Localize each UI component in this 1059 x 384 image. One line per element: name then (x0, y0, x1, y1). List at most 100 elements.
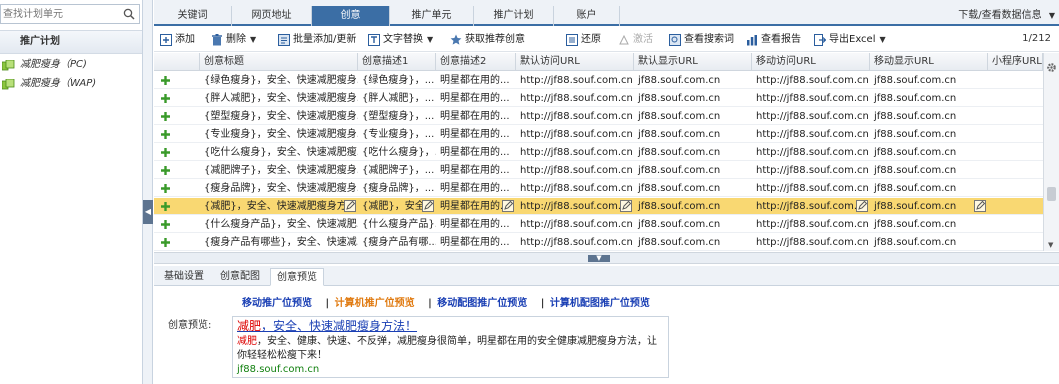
table-cell[interactable]: {绿色瘦身}，安全、快速减肥瘦身... (200, 72, 358, 89)
table-row[interactable]: {专业瘦身}，安全、快速减肥瘦身... {专业瘦身}，... 明星都在用的... ht… (154, 126, 1043, 143)
expand-plus-icon[interactable] (160, 183, 171, 194)
table-cell[interactable]: jf88.souf.com.cn (634, 162, 752, 179)
table-cell[interactable]: http://jf88.souf.com.cn (516, 72, 634, 89)
preview-title[interactable]: 减肥，安全、快速减肥瘦身方法！ (237, 319, 664, 334)
edit-icon[interactable] (856, 200, 868, 212)
table-cell[interactable]: 明星都在用的... (436, 144, 516, 161)
table-cell[interactable]: jf88.souf.com.cn (870, 90, 988, 107)
table-cell[interactable]: http://jf88.souf.com.cn (752, 108, 870, 125)
table-cell[interactable]: http://jf88.souf.com.cn (516, 198, 634, 215)
table-cell[interactable] (988, 162, 1043, 179)
table-cell[interactable]: jf88.souf.com.cn (634, 216, 752, 233)
tab-creative-preview[interactable]: 创意预览 (270, 268, 324, 286)
table-cell[interactable]: jf88.souf.com.cn (634, 72, 752, 89)
table-cell[interactable]: {胖人减肥}，安全、快速减肥瘦身... (200, 90, 358, 107)
edit-icon[interactable] (620, 200, 632, 212)
table-cell[interactable]: jf88.souf.com.cn (870, 144, 988, 161)
table-row[interactable]: {瘦身品牌}，安全、快速减肥瘦身... {瘦身品牌}，... 明星都在用的... ht… (154, 180, 1043, 197)
table-cell[interactable]: jf88.souf.com.cn (870, 198, 974, 215)
panel-splitter[interactable]: ▼ (154, 252, 1059, 264)
table-cell[interactable]: http://jf88.souf.com.cn (752, 180, 870, 197)
activate-button[interactable]: 激活 (618, 32, 653, 48)
grid-header[interactable]: 移动访问URL (752, 53, 870, 71)
table-cell[interactable]: jf88.souf.com.cn (634, 234, 752, 251)
mobile-preview-link[interactable]: 移动推广位预览 (242, 298, 312, 309)
pc-image-preview-link[interactable]: 计算机配图推广位预览 (550, 298, 650, 309)
expand-plus-icon[interactable] (160, 75, 171, 86)
table-cell[interactable]: jf88.souf.com.cn (634, 180, 752, 197)
chevron-down-icon[interactable]: ▼ (250, 32, 256, 48)
fetch-recommend-button[interactable]: 获取推荐创意 (450, 32, 525, 48)
table-cell[interactable]: 明星都在用的... (436, 198, 502, 215)
table-cell[interactable]: 明星都在用的... (436, 180, 516, 197)
gear-icon[interactable] (1046, 62, 1057, 73)
table-cell[interactable]: jf88.souf.com.cn (870, 72, 988, 89)
table-cell[interactable]: {瘦身产品有哪... (358, 234, 436, 251)
edit-icon[interactable] (344, 200, 356, 212)
table-cell[interactable]: {专业瘦身}，安全、快速减肥瘦身... (200, 126, 358, 143)
table-cell[interactable]: http://jf88.souf.com.cn (752, 162, 870, 179)
table-cell[interactable] (988, 126, 1043, 143)
table-cell[interactable] (988, 216, 1043, 233)
collapse-left-icon[interactable]: ◀ (143, 200, 153, 224)
table-cell[interactable]: 明星都在用的... (436, 90, 516, 107)
edit-icon[interactable] (502, 200, 514, 212)
table-cell[interactable]: jf88.souf.com.cn (870, 216, 988, 233)
table-cell[interactable] (988, 144, 1043, 161)
restore-button[interactable]: 还原 (566, 32, 601, 48)
table-cell[interactable]: http://jf88.souf.com.cn (516, 216, 634, 233)
table-cell[interactable]: 明星都在用的... (436, 216, 516, 233)
table-cell[interactable]: 明星都在用的... (436, 234, 516, 251)
table-cell[interactable]: http://jf88.souf.com.cn (752, 144, 870, 161)
search-icon[interactable] (123, 8, 135, 20)
tab-campaign[interactable]: 推广计划 (474, 6, 554, 26)
tab-creative[interactable]: 创意 (312, 6, 390, 26)
text-replace-button[interactable]: 文字替换 ▼ (368, 32, 433, 48)
download-data-link[interactable]: 下载/查看数据信息 ▼ (958, 6, 1055, 21)
tab-basic-settings[interactable]: 基础设置 (158, 268, 210, 286)
table-cell[interactable] (988, 180, 1043, 197)
expand-plus-icon[interactable] (160, 129, 171, 140)
grid-header[interactable]: 创意描述2 (436, 53, 516, 71)
grid-header[interactable]: 移动显示URL (870, 53, 988, 71)
table-cell[interactable]: {瘦身品牌}，安全、快速减肥瘦身... (200, 180, 358, 197)
tab-creative-image[interactable]: 创意配图 (214, 268, 266, 286)
expand-plus-icon[interactable] (160, 93, 171, 104)
table-cell[interactable]: jf88.souf.com.cn (634, 126, 752, 143)
table-cell[interactable]: http://jf88.souf.com.cn (516, 234, 634, 251)
table-cell[interactable]: http://jf88.souf.com.cn (752, 198, 870, 215)
expand-plus-icon[interactable] (160, 201, 171, 212)
mobile-image-preview-link[interactable]: 移动配图推广位预览 (437, 298, 527, 309)
table-row[interactable]: {减肥牌子}，安全、快速减肥瘦身... {减肥牌子}，... 明星都在用的... ht… (154, 162, 1043, 179)
table-cell[interactable]: http://jf88.souf.com.cn (752, 90, 870, 107)
expand-plus-icon[interactable] (160, 111, 171, 122)
table-cell[interactable]: {塑型瘦身}，... (358, 108, 436, 125)
grid-header[interactable]: 默认访问URL (516, 53, 634, 71)
delete-button[interactable]: 删除 ▼ (211, 32, 256, 48)
table-cell[interactable] (988, 234, 1043, 251)
table-cell[interactable] (988, 72, 1043, 89)
collapse-down-icon[interactable]: ▼ (588, 255, 610, 262)
grid-header[interactable]: 创意描述1 (358, 53, 436, 71)
table-cell[interactable]: http://jf88.souf.com.cn (516, 162, 634, 179)
view-report-button[interactable]: 查看报告 (746, 32, 801, 48)
expand-plus-icon[interactable] (160, 219, 171, 230)
plan-search-input[interactable] (1, 5, 116, 23)
table-cell[interactable] (988, 108, 1043, 125)
table-cell[interactable]: {专业瘦身}，... (358, 126, 436, 143)
table-cell[interactable]: {瘦身品牌}，... (358, 180, 436, 197)
table-cell[interactable]: jf88.souf.com.cn (870, 108, 988, 125)
plan-tree-item-pc[interactable]: 减肥瘦身（PC) (2, 57, 87, 73)
table-cell[interactable]: {什么瘦身产品}... (358, 216, 436, 233)
table-cell[interactable]: 明星都在用的... (436, 126, 516, 143)
pc-preview-link[interactable]: 计算机推广位预览 (335, 298, 415, 309)
edit-icon[interactable] (974, 200, 986, 212)
tab-account[interactable]: 账户 (554, 6, 620, 26)
expand-plus-icon[interactable] (160, 165, 171, 176)
plan-tree-item-wap[interactable]: 减肥瘦身（WAP) (2, 76, 96, 92)
tab-webpage-url[interactable]: 网页地址 (232, 6, 312, 26)
table-cell[interactable]: {减肥牌子}，安全、快速减肥瘦身... (200, 162, 358, 179)
table-cell[interactable]: http://jf88.souf.com.cn (516, 180, 634, 197)
chevron-down-icon[interactable]: ▼ (427, 32, 433, 48)
table-cell[interactable]: {吃什么瘦身}，... (358, 144, 436, 161)
